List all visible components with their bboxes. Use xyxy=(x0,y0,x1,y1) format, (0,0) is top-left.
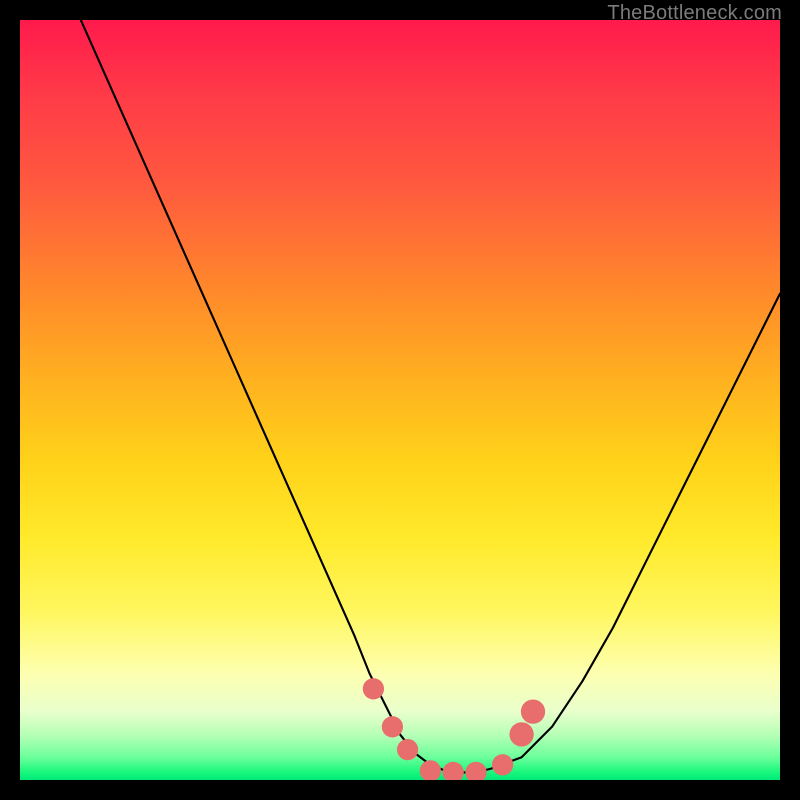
watermark-text: TheBottleneck.com xyxy=(607,2,782,25)
curve-marker xyxy=(397,739,418,760)
curve-marker xyxy=(363,678,384,699)
chart-svg xyxy=(20,20,780,780)
chart-frame: TheBottleneck.com xyxy=(0,0,800,800)
curve-marker xyxy=(492,754,513,775)
curve-marker xyxy=(382,716,403,737)
curve-marker xyxy=(443,762,464,780)
curve-marker xyxy=(420,760,441,780)
curve-markers xyxy=(363,678,545,780)
bottleneck-curve xyxy=(81,20,780,772)
curve-marker xyxy=(509,722,533,746)
curve-marker xyxy=(521,699,545,723)
curve-marker xyxy=(465,762,486,780)
